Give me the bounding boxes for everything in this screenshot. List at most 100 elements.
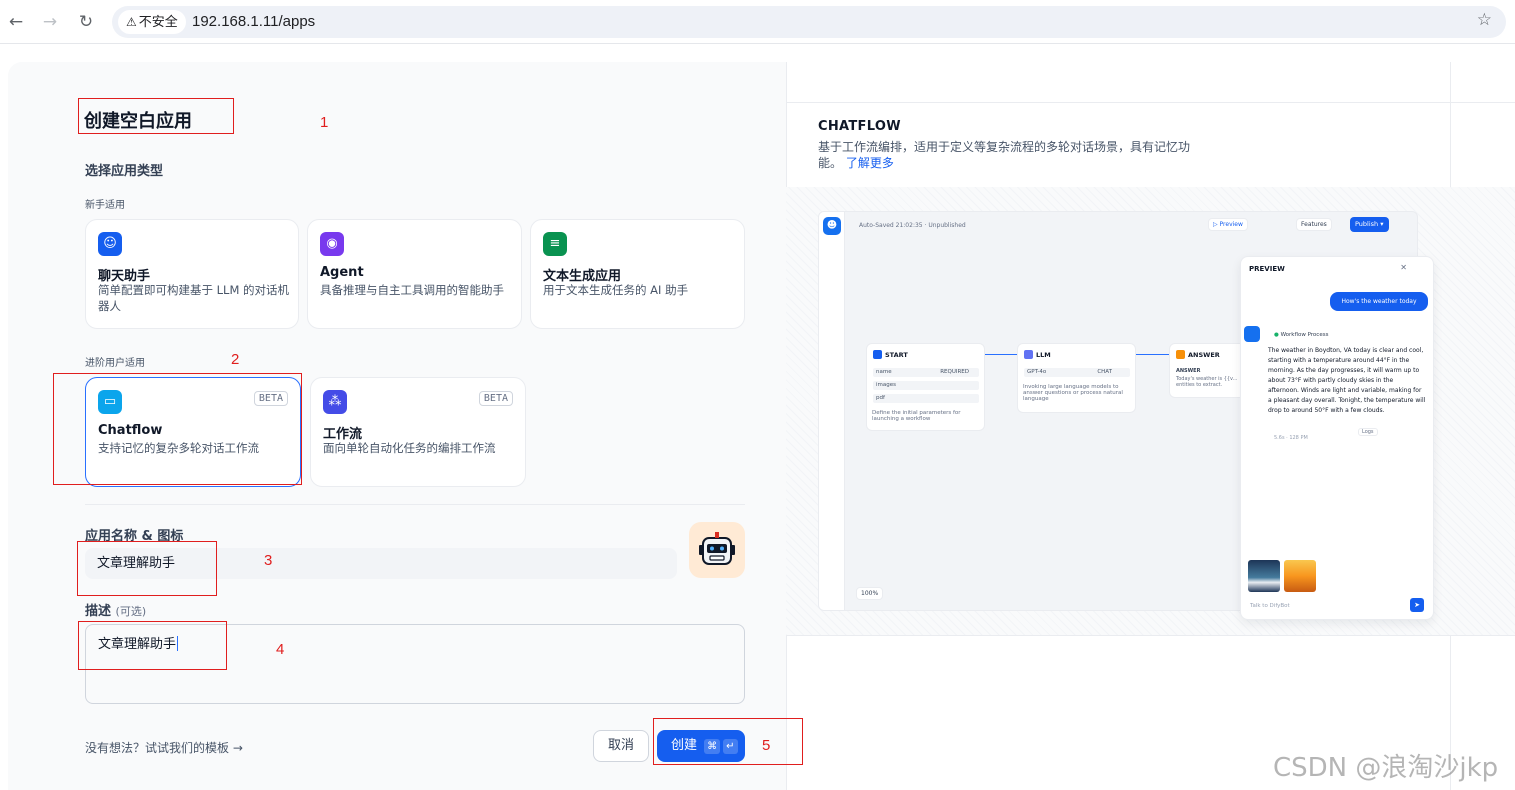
watermark: CSDN @浪淘沙jkp [1273, 753, 1499, 783]
workflow-icon: ⁂ [323, 390, 347, 414]
workflow-process-label: Workflow Process [1280, 332, 1329, 338]
logs-button: Logs [1358, 428, 1378, 436]
workflow-process-tag: ● Workflow Process [1274, 332, 1328, 338]
app-type-card-workflow[interactable]: ⁂ BETA 工作流 面向单轮自动化任务的编排工作流 [310, 377, 526, 487]
description-label: 描述 (可选) [85, 600, 146, 619]
model-name: GPT-4o [1027, 369, 1047, 375]
answer-text: Today's weather is {{v... entities to ex… [1176, 376, 1238, 388]
var-name: name [876, 369, 892, 375]
optional-hint: (可选) [115, 605, 147, 618]
card-description: 用于文本生成任务的 AI 助手 [543, 283, 689, 297]
annotation-box-3 [77, 541, 217, 596]
edge-llm-answer [1136, 354, 1169, 355]
node-description: Invoking large language models to answer… [1023, 384, 1123, 402]
url-text[interactable]: 192.168.1.11/apps [192, 13, 315, 30]
bot-message: The weather in Boydton, VA today is clea… [1268, 347, 1426, 414]
node-var-row: name REQUIRED [873, 368, 979, 377]
warning-icon: ⚠ [126, 15, 137, 29]
node-label: LLM [1036, 351, 1051, 359]
app-type-card-agent[interactable]: ◉ Agent 具备推理与自主工具调用的智能助手 [307, 219, 522, 329]
annotation-number-4: 4 [276, 641, 285, 658]
autosave-status: Auto-Saved 21:02:35 · Unpublished [859, 222, 966, 229]
attached-image-desert [1284, 560, 1316, 592]
home-icon [873, 350, 882, 359]
robot-avatar-icon [699, 532, 735, 565]
beginner-label: 新手适用 [85, 200, 125, 211]
learn-more-link[interactable]: 了解更多 [846, 156, 894, 170]
annotation-number-1: 1 [320, 114, 329, 131]
start-node: START name REQUIRED images pdf Define th… [866, 343, 985, 431]
features-btn-label: Features [1301, 221, 1327, 228]
publish-btn-label: Publish [1355, 220, 1379, 228]
preview-title: CHATFLOW [818, 119, 901, 134]
annotation-box-5 [653, 718, 803, 765]
annotation-box-2 [53, 373, 302, 485]
card-description: 具备推理与自主工具调用的智能助手 [320, 283, 504, 297]
node-label: ANSWER [1188, 351, 1220, 359]
advanced-label: 进阶用户适用 [85, 358, 145, 369]
annotation-box-1 [78, 98, 234, 134]
card-description: 简单配置即可构建基于 LLM 的对话机器人 [98, 283, 290, 313]
grid-line [786, 635, 1515, 636]
preview-panel-title: PREVIEW [1249, 265, 1285, 273]
node-var-row: images [873, 381, 979, 390]
preview-btn-label: Preview [1219, 221, 1243, 228]
beta-badge: BETA [478, 391, 513, 406]
grid-line [786, 102, 1515, 103]
user-message: How's the weather today [1330, 292, 1428, 311]
attached-image-mountain [1248, 560, 1280, 592]
security-chip[interactable]: ⚠ 不安全 [118, 10, 186, 34]
annotation-number-2: 2 [231, 351, 240, 368]
card-title: Agent [320, 265, 364, 280]
llm-icon [1024, 350, 1033, 359]
zoom-control: 100% [856, 587, 884, 600]
annotation-number-5: 5 [762, 737, 771, 754]
arrow-right-icon: → [232, 741, 243, 755]
chat-bot-icon: ☺ [98, 232, 122, 256]
back-icon[interactable]: ← [4, 10, 28, 34]
check-icon: ● [1274, 332, 1279, 338]
reload-icon[interactable]: ↻ [74, 10, 98, 34]
choose-type-label: 选择应用类型 [85, 164, 164, 179]
answer-sub-label: ANSWER [1176, 368, 1201, 374]
send-icon: ➤ [1410, 598, 1424, 612]
browser-toolbar: ← → ↻ ⚠ 不安全 192.168.1.11/apps ☆ [0, 0, 1515, 44]
annotation-number-3: 3 [264, 552, 273, 569]
features-button: Features [1296, 218, 1332, 231]
app-type-card-text-generation[interactable]: ≡ 文本生成应用 用于文本生成任务的 AI 助手 [530, 219, 745, 329]
try-templates-link[interactable]: 没有想法？试试我们的模板 → [85, 739, 243, 756]
node-var-row: pdf [873, 394, 979, 403]
preview-description: 基于工作流编排，适用于定义等复杂流程的多轮对话场景，具有记忆功能。 了解更多 [818, 139, 1198, 171]
llm-node: LLM GPT-4o CHAT Invoking large language … [1017, 343, 1136, 413]
templates-link-text: 没有想法？试试我们的模板 [85, 741, 230, 755]
text-generation-icon: ≡ [543, 232, 567, 256]
bot-avatar-icon [1244, 326, 1260, 342]
address-bar[interactable]: ⚠ 不安全 192.168.1.11/apps ☆ [112, 6, 1506, 38]
bookmark-star-icon[interactable]: ☆ [1477, 10, 1492, 30]
publish-button: Publish ▾ [1350, 217, 1389, 232]
section-divider [85, 504, 745, 505]
app-icon-picker[interactable] [689, 522, 745, 578]
app-type-card-chatbot[interactable]: ☺ 聊天助手 简单配置即可构建基于 LLM 的对话机器人 [85, 219, 299, 329]
required-tag: REQUIRED [940, 369, 969, 375]
description-label-text: 描述 [85, 604, 112, 619]
agent-icon: ◉ [320, 232, 344, 256]
llm-node-title: LLM [1024, 350, 1051, 359]
message-meta: 5.6s · 128 PM [1274, 435, 1308, 441]
close-icon: ✕ [1400, 263, 1407, 272]
answer-node: ANSWER ANSWER Today's weather is {{v... … [1169, 343, 1249, 398]
answer-icon [1176, 350, 1185, 359]
node-model-row: GPT-4o CHAT [1024, 368, 1130, 377]
chat-input-placeholder: Talk to DifyBot [1250, 603, 1290, 609]
card-description: 面向单轮自动化任务的编排工作流 [323, 441, 496, 455]
start-node-title: START [873, 350, 908, 359]
dify-bot-icon: ☻ [823, 217, 841, 235]
forward-icon[interactable]: → [38, 10, 62, 34]
annotation-box-4 [78, 621, 227, 670]
zoom-value: 100% [861, 590, 879, 597]
edge-start-llm [985, 354, 1017, 355]
answer-node-title: ANSWER [1176, 350, 1220, 359]
cancel-button[interactable]: 取消 [593, 730, 649, 762]
preview-button: ▷ Preview [1208, 218, 1248, 231]
node-description: Define the initial parameters for launch… [872, 410, 961, 422]
